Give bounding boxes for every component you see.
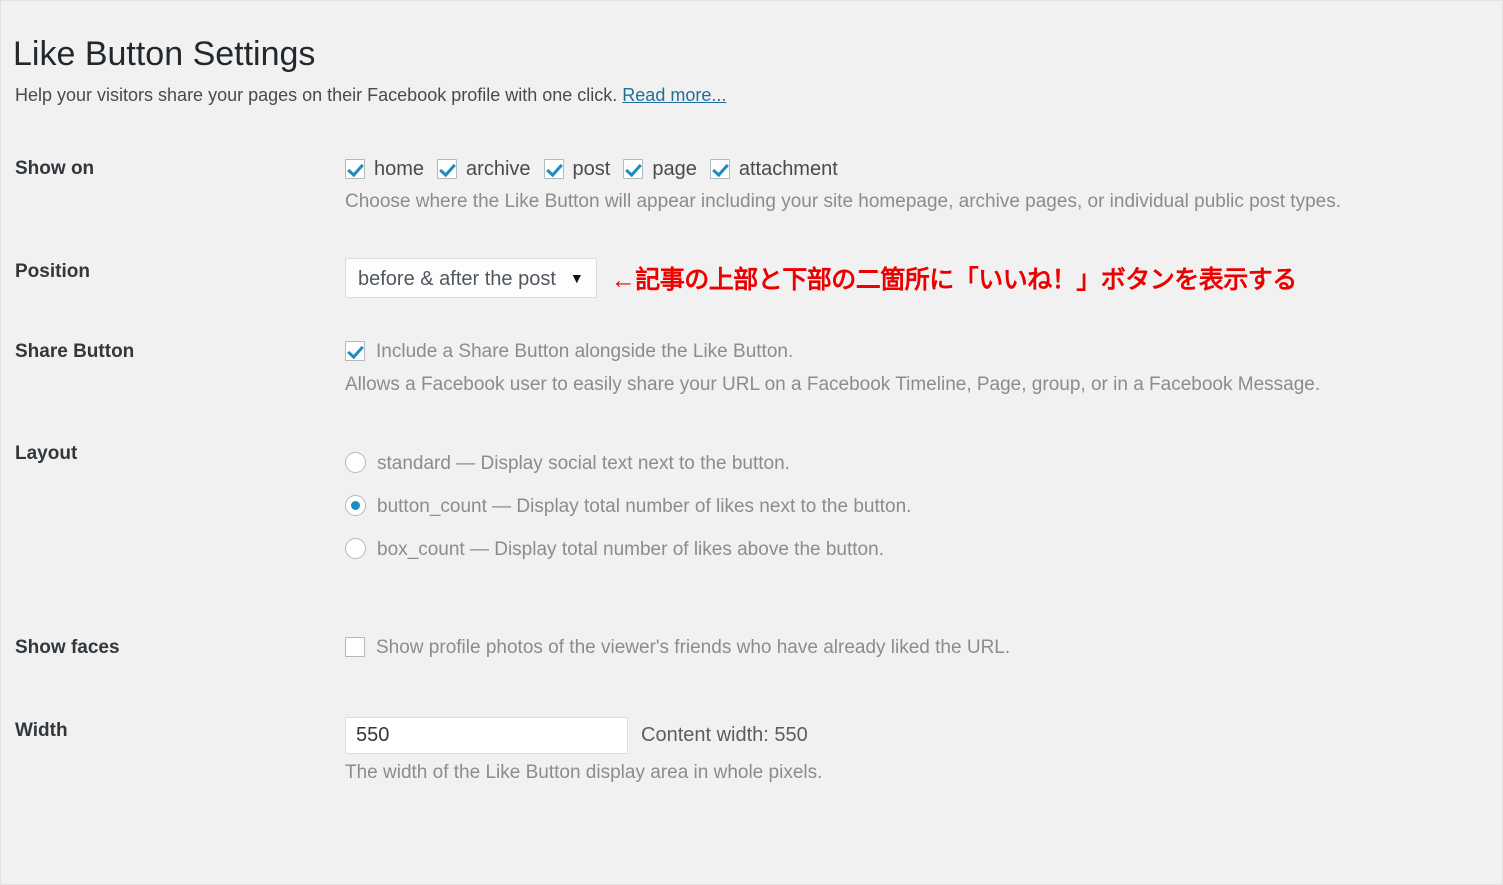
layout-radio-group: standard — Display social text next to t… [345, 442, 1476, 571]
label-position: Position [15, 261, 90, 282]
row-show-on: Show on home archive post page attachment Ch… [1, 141, 1502, 218]
checkbox-label-post: post [572, 158, 611, 180]
label-layout: Layout [15, 443, 78, 464]
checkbox-label-attachment: attachment [738, 158, 838, 180]
field-show-on: home archive post page attachment Choose whe… [345, 155, 1502, 218]
row-share-button: Share Button Include a Share Button alon… [1, 298, 1502, 401]
radio-icon-button-count[interactable] [345, 495, 366, 516]
radio-icon-standard[interactable] [345, 452, 366, 473]
checkbox-icon-page[interactable] [623, 159, 644, 179]
field-position: before & after the post ▼ ←記事の上部と下部の二箇所に「い… [345, 258, 1502, 298]
width-input[interactable]: 550 [345, 717, 628, 754]
checkbox-icon-show-faces[interactable] [345, 637, 365, 657]
checkbox-label-home: home [374, 158, 425, 180]
checkbox-option-attachment[interactable]: attachment [709, 158, 838, 180]
checkbox-label-show-faces: Show profile photos of the viewer's frie… [376, 637, 1011, 658]
settings-form: Show on home archive post page attachment Ch… [1, 141, 1502, 789]
content-width-text: Content width: 550 [641, 724, 808, 746]
show-on-checkbox-group: home archive post page attachment [345, 155, 1476, 183]
checkbox-option-post[interactable]: post [543, 158, 611, 180]
label-share-button: Share Button [15, 341, 135, 362]
position-select[interactable]: before & after the post ▼ [345, 258, 597, 298]
checkbox-icon-post[interactable] [543, 159, 564, 179]
intro-sentence: Help your visitors share your pages on t… [15, 85, 623, 105]
field-show-faces: Show profile photos of the viewer's frie… [345, 634, 1502, 662]
description-width: The width of the Like Button display are… [345, 762, 823, 783]
field-width: 550 Content width: 550 The width of the L… [345, 717, 1502, 789]
checkbox-option-home[interactable]: home [345, 158, 424, 180]
label-show-faces: Show faces [15, 637, 120, 658]
description-share-button: Allows a Facebook user to easily share y… [345, 374, 1321, 395]
checkbox-icon-home[interactable] [345, 159, 365, 179]
annotation-position: ←記事の上部と下部の二箇所に「いいね！」ボタンを表示する [610, 266, 1298, 294]
label-width: Width [15, 720, 68, 741]
radio-label-box-count: box_count — Display total number of like… [377, 539, 884, 560]
checkbox-label-archive: archive [466, 158, 531, 180]
checkbox-option-show-faces[interactable]: Show profile photos of the viewer's frie… [345, 634, 1476, 662]
row-show-faces: Show faces Show profile photos of the vi… [1, 571, 1502, 662]
position-select-value: before & after the post [358, 268, 556, 290]
checkbox-icon-archive[interactable] [437, 159, 458, 179]
checkbox-icon-share-button[interactable] [345, 341, 365, 361]
checkbox-option-page[interactable]: page [623, 158, 697, 180]
row-layout: Layout standard — Display social text ne… [1, 401, 1502, 571]
row-width: Width 550 Content width: 550 The width of… [1, 662, 1502, 789]
settings-page: Like Button Settings Help your visitors … [0, 0, 1503, 885]
page-title: Like Button Settings [13, 34, 316, 73]
radio-icon-box-count[interactable] [345, 538, 366, 559]
row-position: Position before & after the post ▼ ←記事の上部と… [1, 218, 1502, 298]
radio-label-button-count: button_count — Display total number of l… [377, 496, 912, 517]
radio-option-box-count[interactable]: box_count — Display total number of like… [345, 528, 1476, 571]
checkbox-label-page: page [652, 158, 697, 180]
checkbox-option-share-button[interactable]: Include a Share Button alongside the Lik… [345, 338, 1476, 366]
checkbox-option-archive[interactable]: archive [437, 158, 531, 180]
checkbox-label-share-button: Include a Share Button alongside the Lik… [376, 341, 794, 362]
label-show-on: Show on [15, 158, 95, 179]
radio-label-standard: standard — Display social text next to t… [377, 453, 790, 474]
field-layout: standard — Display social text next to t… [345, 440, 1502, 571]
field-share-button: Include a Share Button alongside the Lik… [345, 338, 1502, 401]
radio-option-button-count[interactable]: button_count — Display total number of l… [345, 485, 1476, 528]
intro-text: Help your visitors share your pages on t… [15, 81, 726, 109]
description-show-on: Choose where the Like Button will appear… [345, 191, 1341, 212]
read-more-link[interactable]: Read more... [622, 85, 726, 105]
checkbox-icon-attachment[interactable] [709, 159, 730, 179]
radio-option-standard[interactable]: standard — Display social text next to t… [345, 442, 1476, 485]
chevron-down-icon: ▼ [569, 270, 584, 286]
